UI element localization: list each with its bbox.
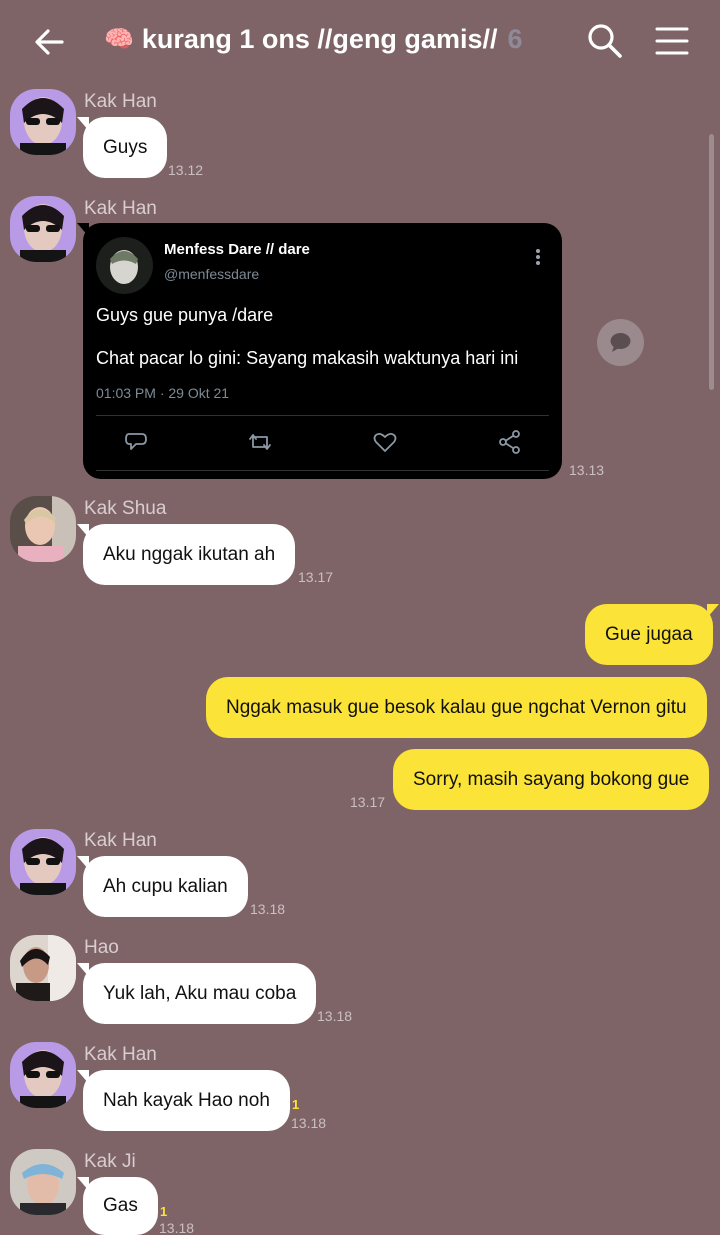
sender-name: Kak Han <box>84 91 157 112</box>
back-button[interactable] <box>30 22 70 62</box>
message-time: 13.18 <box>250 901 286 917</box>
message-time: 13.12 <box>168 162 204 178</box>
avatar-kak-ji[interactable] <box>10 1149 76 1215</box>
menu-button[interactable] <box>652 22 692 62</box>
message-text: Gas <box>103 1195 138 1216</box>
back-arrow-icon <box>35 29 64 55</box>
message-bubble[interactable]: Yuk lah, Aku mau coba <box>76 963 317 1024</box>
search-button[interactable] <box>584 20 626 62</box>
more-options-icon[interactable] <box>531 247 545 267</box>
message-time: 13.13 <box>569 462 605 478</box>
chat-title[interactable]: 🧠 kurang 1 ons //geng gamis// 6 <box>104 24 523 55</box>
message-text: Guys <box>103 136 148 158</box>
divider <box>96 470 549 471</box>
unread-count: 1 <box>292 1097 300 1112</box>
tweet-date: 01:03 PM · 29 Okt 21 <box>96 385 230 401</box>
avatar-kak-han[interactable] <box>10 196 76 262</box>
avatar-kak-han[interactable] <box>10 89 76 155</box>
menu-icon <box>655 27 689 55</box>
message-text: Gue jugaa <box>605 623 693 645</box>
brain-emoji-icon: 🧠 <box>104 26 134 53</box>
sender-name: Hao <box>84 937 119 958</box>
divider <box>96 415 549 416</box>
message-time: 13.18 <box>317 1008 353 1024</box>
share-icon[interactable] <box>497 429 523 455</box>
search-icon <box>588 24 622 58</box>
message-bubble[interactable]: Ah cupu kalian <box>77 856 248 917</box>
message-time: 13.18 <box>291 1115 327 1131</box>
message-bubble[interactable]: Aku nggak ikutan ah <box>76 524 296 585</box>
tweet-card[interactable]: Menfess Dare // dare @menfessdare Guys g… <box>77 223 562 479</box>
message-bubble[interactable]: Nah kayak Hao noh <box>77 1070 290 1131</box>
tweet-text-line: Chat pacar lo gini: Sayang makasih waktu… <box>96 348 519 368</box>
chat-header: 🧠 kurang 1 ons //geng gamis// 6 <box>0 0 720 84</box>
message-time: 13.18 <box>159 1220 195 1235</box>
message-text: Sorry, masih sayang bokong gue <box>413 768 690 790</box>
sender-name: Kak Ji <box>84 1151 136 1172</box>
message-text: Yuk lah, Aku mau coba <box>103 982 297 1004</box>
unread-count: 1 <box>160 1204 168 1219</box>
tweet-author-handle: @menfessdare <box>164 266 260 282</box>
message-time: 13.17 <box>298 569 334 585</box>
retweet-icon[interactable] <box>247 429 273 455</box>
message-text: Ah cupu kalian <box>103 875 228 897</box>
reply-icon[interactable] <box>123 429 149 455</box>
avatar-hao[interactable] <box>10 935 76 1001</box>
sender-name: Kak Han <box>84 198 157 219</box>
forward-message-button[interactable] <box>597 319 644 366</box>
avatar-kak-han[interactable] <box>10 829 76 895</box>
sender-name: Kak Han <box>84 830 157 851</box>
message-text: Nah kayak Hao noh <box>103 1089 270 1111</box>
sender-name: Kak Shua <box>84 498 167 519</box>
scrollbar[interactable] <box>709 134 714 390</box>
avatar-kak-shua[interactable] <box>10 496 76 562</box>
message-text: Aku nggak ikutan ah <box>103 543 276 565</box>
message-bubble[interactable]: Gas <box>77 1177 158 1235</box>
my-message-bubble[interactable]: Nggak masuk gue besok kalau gue ngchat V… <box>206 677 707 738</box>
tweet-text-line: Guys gue punya /dare <box>96 305 274 325</box>
my-message-bubble[interactable]: Sorry, masih sayang bokong gue <box>393 749 710 810</box>
sender-name: Kak Han <box>84 1044 157 1065</box>
member-count: 6 <box>507 24 523 54</box>
group-name: kurang 1 ons //geng gamis// <box>141 24 498 54</box>
tweet-avatar <box>96 237 153 294</box>
tweet-author-name: Menfess Dare // dare <box>164 241 310 258</box>
message-bubble[interactable]: Guys <box>76 117 168 178</box>
message-text: Nggak masuk gue besok kalau gue ngchat V… <box>226 696 687 718</box>
message-time: 13.17 <box>350 794 386 810</box>
like-heart-icon[interactable] <box>372 429 398 455</box>
chat-bubble-icon <box>610 333 631 352</box>
my-message-bubble[interactable]: Gue jugaa <box>585 604 719 665</box>
avatar-kak-han[interactable] <box>10 1042 76 1108</box>
